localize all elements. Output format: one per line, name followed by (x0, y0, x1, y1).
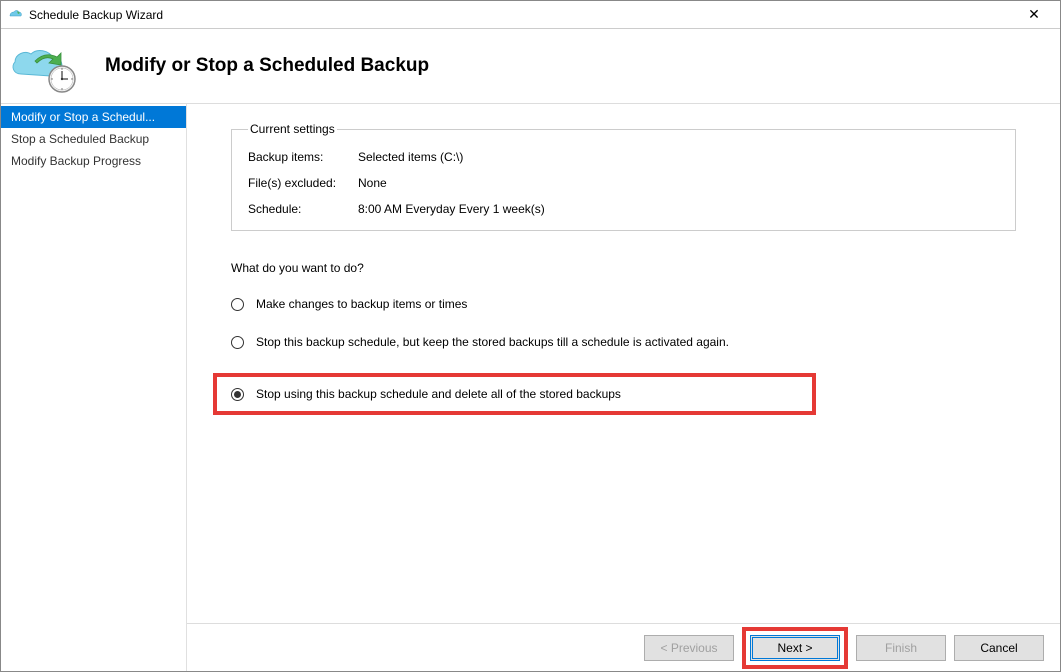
sidebar-item-modify-stop[interactable]: Modify or Stop a Schedul... (1, 106, 186, 128)
radio-icon (231, 298, 244, 311)
header: Modify or Stop a Scheduled Backup (1, 29, 1060, 104)
question-prompt: What do you want to do? (231, 261, 1016, 275)
radio-label: Stop this backup schedule, but keep the … (256, 335, 729, 349)
radio-label: Make changes to backup items or times (256, 297, 467, 311)
titlebar: Schedule Backup Wizard ✕ (1, 1, 1060, 29)
wizard-window: Schedule Backup Wizard ✕ Modify (0, 0, 1061, 672)
radio-option-stop-delete[interactable]: Stop using this backup schedule and dele… (231, 387, 798, 401)
backup-items-label: Backup items: (248, 150, 358, 164)
content-area: Modify or Stop a Schedul... Stop a Sched… (1, 104, 1060, 671)
radio-label: Stop using this backup schedule and dele… (256, 387, 621, 401)
settings-row-schedule: Schedule: 8:00 AM Everyday Every 1 week(… (248, 202, 999, 216)
next-button[interactable]: Next > (750, 635, 840, 661)
radio-icon (231, 388, 244, 401)
page-title: Modify or Stop a Scheduled Backup (105, 55, 429, 77)
sidebar-item-stop-scheduled[interactable]: Stop a Scheduled Backup (1, 128, 186, 150)
radio-icon (231, 336, 244, 349)
previous-button: < Previous (644, 635, 734, 661)
main-content: Current settings Backup items: Selected … (187, 104, 1060, 671)
radio-option-stop-keep[interactable]: Stop this backup schedule, but keep the … (231, 335, 1016, 349)
highlight-box-next-button: Next > (742, 627, 848, 669)
cancel-button[interactable]: Cancel (954, 635, 1044, 661)
finish-button: Finish (856, 635, 946, 661)
window-title: Schedule Backup Wizard (29, 8, 1014, 22)
sidebar-item-modify-progress[interactable]: Modify Backup Progress (1, 150, 186, 172)
radio-option-make-changes[interactable]: Make changes to backup items or times (231, 297, 1016, 311)
backup-items-value: Selected items (C:\) (358, 150, 463, 164)
files-excluded-value: None (358, 176, 387, 190)
schedule-label: Schedule: (248, 202, 358, 216)
button-bar: < Previous Next > Finish Cancel (187, 623, 1060, 671)
highlight-box-selected-option: Stop using this backup schedule and dele… (213, 373, 816, 415)
settings-row-files-excluded: File(s) excluded: None (248, 176, 999, 190)
close-button[interactable]: ✕ (1014, 2, 1054, 28)
schedule-value: 8:00 AM Everyday Every 1 week(s) (358, 202, 545, 216)
sidebar: Modify or Stop a Schedul... Stop a Sched… (1, 104, 187, 671)
settings-legend: Current settings (248, 122, 337, 136)
current-settings-group: Current settings Backup items: Selected … (231, 122, 1016, 231)
app-icon (7, 7, 23, 23)
wizard-icon (9, 39, 77, 94)
files-excluded-label: File(s) excluded: (248, 176, 358, 190)
settings-row-backup-items: Backup items: Selected items (C:\) (248, 150, 999, 164)
